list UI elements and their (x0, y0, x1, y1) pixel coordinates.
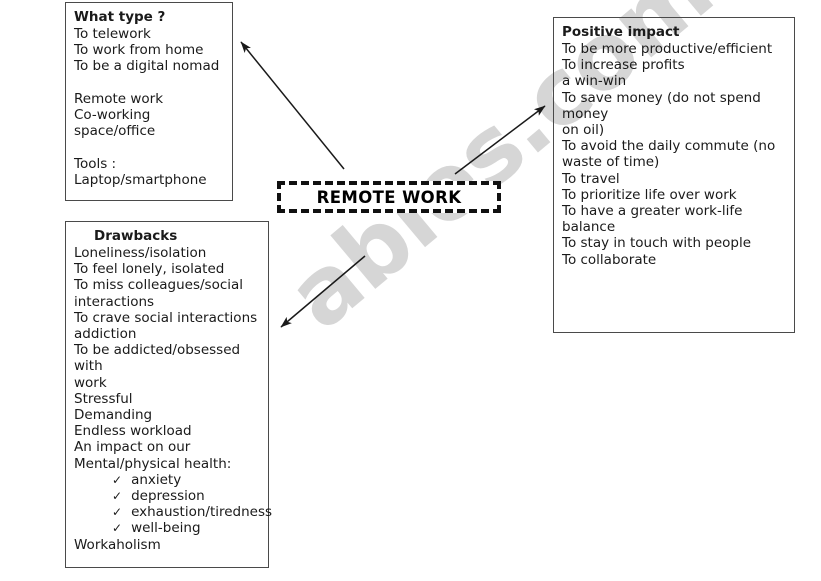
positive-impact-line: To collaborate (562, 251, 657, 268)
remote-work-node: REMOTE WORK (277, 181, 501, 213)
drawbacks-line: Endless workload (74, 423, 192, 440)
what-type-line: To be a digital nomad (74, 58, 220, 75)
drawbacks-line: Workaholism (74, 536, 161, 553)
check-icon: ✓ (112, 521, 123, 536)
drawbacks-line: To be addicted/obsessed with (74, 342, 245, 375)
drawbacks-checked-item: ✓ anxiety (74, 472, 261, 488)
positive-impact-line: waste of time) (562, 154, 660, 171)
positive-impact-box-content: Positive impact To be more productive/ef… (554, 18, 794, 274)
what-type-spacer (74, 75, 225, 91)
what-type-line: To telework (74, 26, 151, 42)
drawbacks-box: Drawbacks Loneliness/isolation To feel l… (65, 221, 272, 568)
drawbacks-checked-label: depression (131, 488, 205, 505)
positive-impact-line: To save money (do not spend money (562, 89, 766, 122)
check-icon: ✓ (112, 505, 123, 520)
drawbacks-line: interactions (74, 293, 155, 310)
positive-impact-line: a win-win (562, 73, 627, 90)
drawbacks-line: Mental/physical health: (74, 455, 232, 472)
positive-impact-line: To increase profits (562, 57, 685, 74)
drawbacks-checked-item: ✓ well-being (74, 520, 261, 536)
positive-impact-line: To have a greater work-life balance (562, 203, 747, 236)
positive-impact-line: To stay in touch with people (562, 235, 752, 252)
remote-work-node-label: REMOTE WORK (316, 187, 462, 207)
positive-impact-line: To avoid the daily commute (no (562, 138, 776, 155)
positive-impact-line: To prioritize life over work (562, 186, 737, 203)
what-type-line: Laptop/smartphone (74, 171, 207, 188)
positive-impact-title: Positive impact (562, 24, 680, 40)
positive-impact-box: Positive impact To be more productive/ef… (553, 17, 795, 333)
what-type-title: What type ? (74, 9, 166, 25)
drawbacks-checked-label: anxiety (131, 471, 182, 488)
drawbacks-checked-label: exhaustion/tiredness (131, 504, 273, 521)
what-type-line: Co-working space/office (74, 107, 156, 140)
what-type-box: What type ? To telework To work from hom… (65, 2, 233, 201)
positive-impact-line: To travel (562, 170, 620, 187)
what-type-line: Remote work (74, 90, 164, 107)
what-type-line: Tools : (74, 155, 117, 172)
drawbacks-checked-item: ✓ exhaustion/tiredness (74, 504, 272, 520)
drawbacks-box-content: Drawbacks Loneliness/isolation To feel l… (66, 222, 272, 559)
arrow-to-what-type (240, 41, 345, 170)
drawbacks-title: Drawbacks (94, 228, 178, 244)
check-icon: ✓ (112, 472, 123, 487)
what-type-spacer (74, 139, 225, 155)
drawbacks-line: work (74, 374, 107, 391)
drawbacks-line: Loneliness/isolation (74, 245, 207, 261)
drawbacks-line: To miss colleagues/social (74, 277, 244, 294)
drawbacks-line: addiction (74, 326, 137, 343)
drawbacks-line: An impact on our (74, 439, 191, 456)
check-icon: ✓ (112, 489, 123, 504)
drawbacks-checked-label: well-being (131, 520, 201, 537)
positive-impact-line: on oil) (562, 122, 605, 139)
what-type-line: To work from home (74, 42, 204, 59)
drawbacks-line: To feel lonely, isolated (74, 261, 225, 278)
drawbacks-checked-item: ✓ depression (74, 488, 261, 504)
drawbacks-line: Demanding (74, 407, 153, 424)
drawbacks-line: Stressful (74, 390, 133, 407)
diagram-canvas: ables.com What type ? To telework To wor… (0, 0, 821, 581)
drawbacks-line: To crave social interactions (74, 309, 258, 326)
positive-impact-line: To be more productive/efficient (562, 41, 773, 57)
what-type-box-content: What type ? To telework To work from hom… (66, 3, 232, 194)
